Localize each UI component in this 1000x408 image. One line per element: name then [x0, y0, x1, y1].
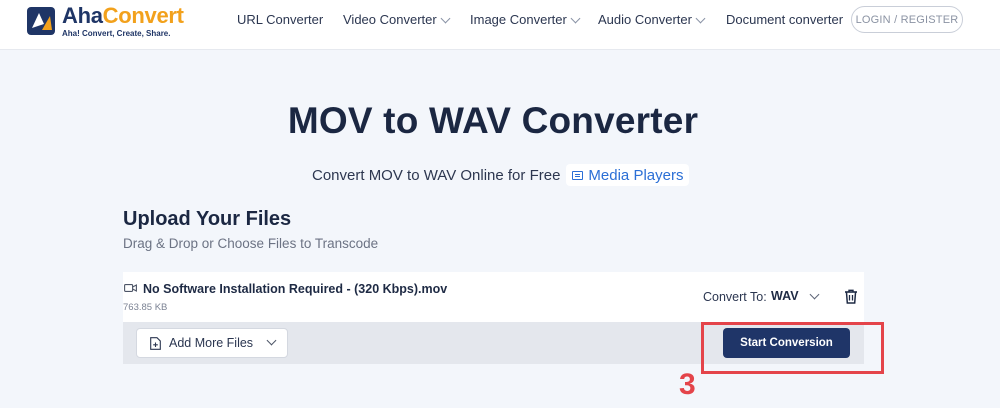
add-more-files-button[interactable]: Add More Files: [136, 328, 288, 358]
login-register-button[interactable]: LOGIN / REGISTER: [851, 6, 963, 33]
nav-document-converter[interactable]: Document converter: [726, 12, 843, 27]
page-title: MOV to WAV Converter: [287, 100, 699, 141]
file-name: No Software Installation Required - (320…: [143, 282, 448, 296]
subtitle-row: Convert MOV to WAV Online for Free Media…: [312, 164, 690, 186]
action-bar: Add More Files Start Conversion: [123, 322, 864, 364]
file-add-icon: [150, 336, 161, 350]
add-more-files-label: Add More Files: [169, 336, 254, 350]
convert-to-label: Convert To:: [703, 290, 767, 304]
start-conversion-button[interactable]: Start Conversion: [723, 328, 850, 358]
nav-audio-converter[interactable]: Audio Converter: [598, 12, 706, 27]
chevron-down-icon: [570, 13, 581, 23]
format-value: WAV: [771, 289, 799, 303]
logo-icon: [27, 7, 55, 35]
nav-label: Audio Converter: [598, 12, 692, 27]
format-select[interactable]: WAV: [771, 289, 819, 303]
upload-title: Upload Your Files: [123, 208, 292, 230]
logo-name-part2: Convert: [102, 3, 184, 28]
file-row: No Software Installation Required - (320…: [123, 272, 864, 322]
logo[interactable]: AhaConvert Aha! Convert, Create, Share.: [24, 4, 184, 38]
upload-subtitle: Drag & Drop or Choose Files to Transcode: [123, 236, 379, 251]
chevron-down-icon[interactable]: [266, 335, 277, 346]
nav-label: Image Converter: [470, 12, 567, 27]
nav-label: Document converter: [726, 12, 844, 27]
nav-label: URL Converter: [237, 12, 324, 27]
page-subtitle: Convert MOV to WAV Online for Free: [312, 166, 561, 184]
file-size: 763.85 KB: [123, 302, 168, 313]
media-players-link[interactable]: Media Players: [566, 164, 690, 186]
nav-image-converter[interactable]: Image Converter: [470, 12, 581, 27]
site-header: AhaConvert Aha! Convert, Create, Share. …: [0, 0, 1000, 50]
video-file-icon: [124, 284, 137, 292]
nav-url-converter[interactable]: URL Converter: [237, 12, 323, 27]
logo-tagline: Aha! Convert, Create, Share.: [62, 29, 171, 38]
chevron-down-icon: [440, 13, 451, 23]
annotation-step-number: 3: [679, 368, 696, 401]
list-icon: [572, 170, 584, 180]
nav-video-converter[interactable]: Video Converter: [343, 12, 451, 27]
chevron-down-icon: [809, 289, 819, 300]
chevron-down-icon: [695, 13, 706, 23]
logo-name-part1: Aha: [62, 3, 103, 28]
nav-label: Video Converter: [343, 12, 437, 27]
media-players-label: Media Players: [588, 166, 684, 184]
trash-icon[interactable]: [844, 289, 858, 304]
